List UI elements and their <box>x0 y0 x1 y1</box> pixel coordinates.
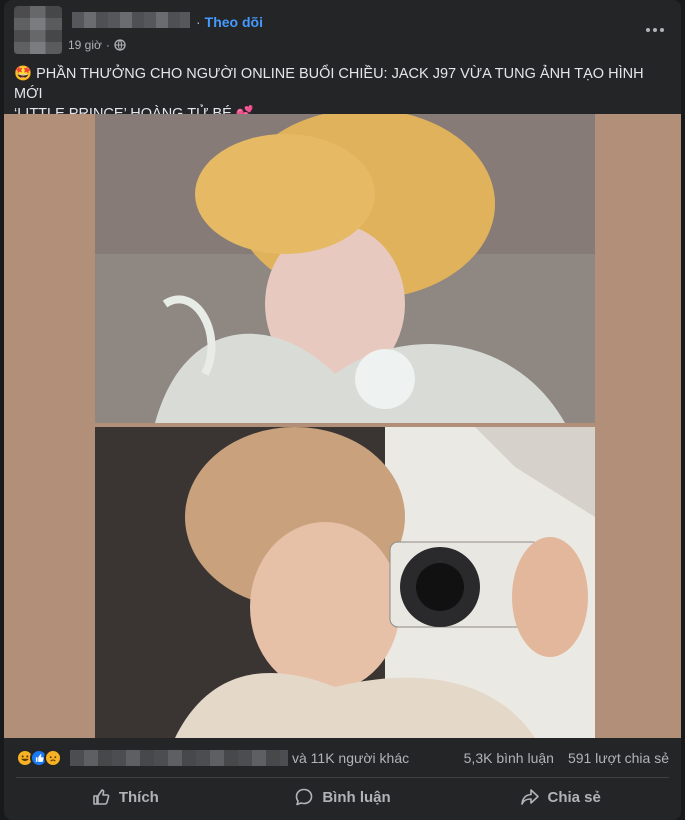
portrait-illustration-top <box>95 114 595 423</box>
post-header: · Theo dõi 19 giờ · <box>14 6 671 56</box>
share-button[interactable]: Chia sẻ <box>451 780 669 814</box>
portrait-illustration-bottom <box>95 427 595 738</box>
comment-icon <box>296 788 313 806</box>
post-meta: 19 giờ · <box>68 38 126 52</box>
globe-icon <box>114 39 126 51</box>
reactions-count[interactable]: và 11K người khác <box>292 750 409 766</box>
author-name-blurred[interactable] <box>72 12 190 28</box>
photo-top[interactable] <box>95 114 595 423</box>
caption-line-1: 🤩 PHẦN THƯỞNG CHO NGƯỜI ONLINE BUỔI CHIỀ… <box>14 66 644 102</box>
reactions-bar: và 11K người khác 5,3K bình luận 591 lượ… <box>16 747 669 769</box>
post-card: · Theo dõi 19 giờ · 🤩 PHẦN THƯỞNG CHO NGƯ… <box>4 0 681 820</box>
action-bar: Thích Bình luận Chia sẻ <box>16 780 669 814</box>
follow-button[interactable]: · Theo dõi <box>196 14 263 30</box>
share-icon <box>520 789 539 805</box>
shares-count[interactable]: 591 lượt chia sẻ <box>568 750 669 766</box>
photo-bottom[interactable] <box>95 427 595 738</box>
reactors-names-blurred[interactable] <box>70 750 288 766</box>
post-media[interactable] <box>4 114 681 738</box>
sad-reaction-icon[interactable] <box>44 749 62 767</box>
divider <box>16 777 669 778</box>
comments-count[interactable]: 5,3K bình luận <box>464 750 554 766</box>
thumbs-up-icon <box>93 789 110 805</box>
post-time[interactable]: 19 giờ <box>68 38 102 52</box>
more-icon[interactable] <box>643 20 667 40</box>
comment-button[interactable]: Bình luận <box>234 780 452 814</box>
like-button[interactable]: Thích <box>16 780 234 814</box>
avatar[interactable] <box>14 6 62 54</box>
